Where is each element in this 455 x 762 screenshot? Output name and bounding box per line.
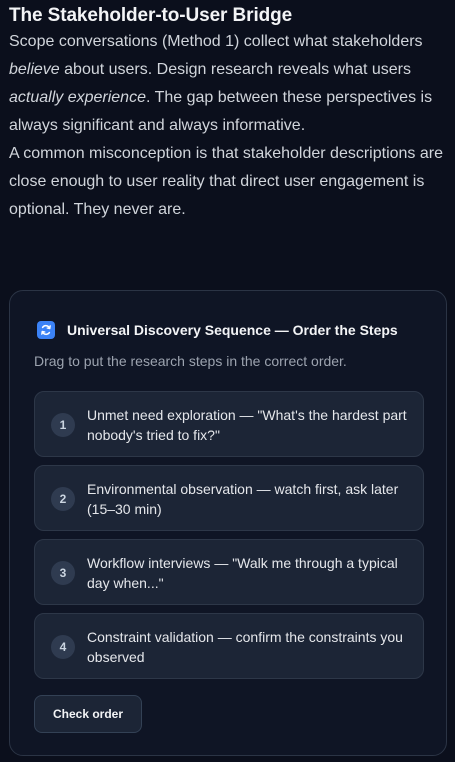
step-item[interactable]: 1 Unmet need exploration — "What's the h… — [34, 391, 424, 457]
step-label: Environmental observation — watch first,… — [87, 481, 399, 517]
step-list: 1 Unmet need exploration — "What's the h… — [34, 391, 424, 687]
exercise-instructions: Drag to put the research steps in the co… — [34, 353, 347, 369]
intro-text-2: about users. Design research reveals wha… — [59, 61, 411, 78]
intro-text-1: Scope conversations (Method 1) collect w… — [9, 33, 423, 50]
exercise-title: Universal Discovery Sequence — Order the… — [67, 322, 398, 338]
step-label: Workflow interviews — "Walk me through a… — [87, 555, 398, 591]
intro-emphasis-experience: actually experience — [9, 89, 146, 106]
exercise-header: Universal Discovery Sequence — Order the… — [37, 321, 398, 339]
intro-paragraph: Scope conversations (Method 1) collect w… — [9, 28, 449, 140]
section-title: The Stakeholder-to-User Bridge — [9, 5, 293, 26]
step-number-badge: 4 — [51, 635, 75, 659]
step-item[interactable]: 2 Environmental observation — watch firs… — [34, 465, 424, 531]
ordering-exercise-card: Universal Discovery Sequence — Order the… — [9, 290, 447, 756]
check-order-button[interactable]: Check order — [34, 695, 142, 733]
misconception-paragraph: A common misconception is that stakehold… — [9, 145, 443, 218]
step-number-badge: 1 — [51, 413, 75, 437]
step-label: Unmet need exploration — "What's the har… — [87, 407, 407, 443]
step-item[interactable]: 4 Constraint validation — confirm the co… — [34, 613, 424, 679]
step-number-badge: 3 — [51, 561, 75, 585]
step-label: Constraint validation — confirm the cons… — [87, 629, 403, 665]
intro-emphasis-believe: believe — [9, 61, 60, 78]
step-item[interactable]: 3 Workflow interviews — "Walk me through… — [34, 539, 424, 605]
refresh-icon — [37, 321, 55, 339]
article-section: The Stakeholder-to-User Bridge Scope con… — [9, 0, 449, 224]
step-number-badge: 2 — [51, 487, 75, 511]
